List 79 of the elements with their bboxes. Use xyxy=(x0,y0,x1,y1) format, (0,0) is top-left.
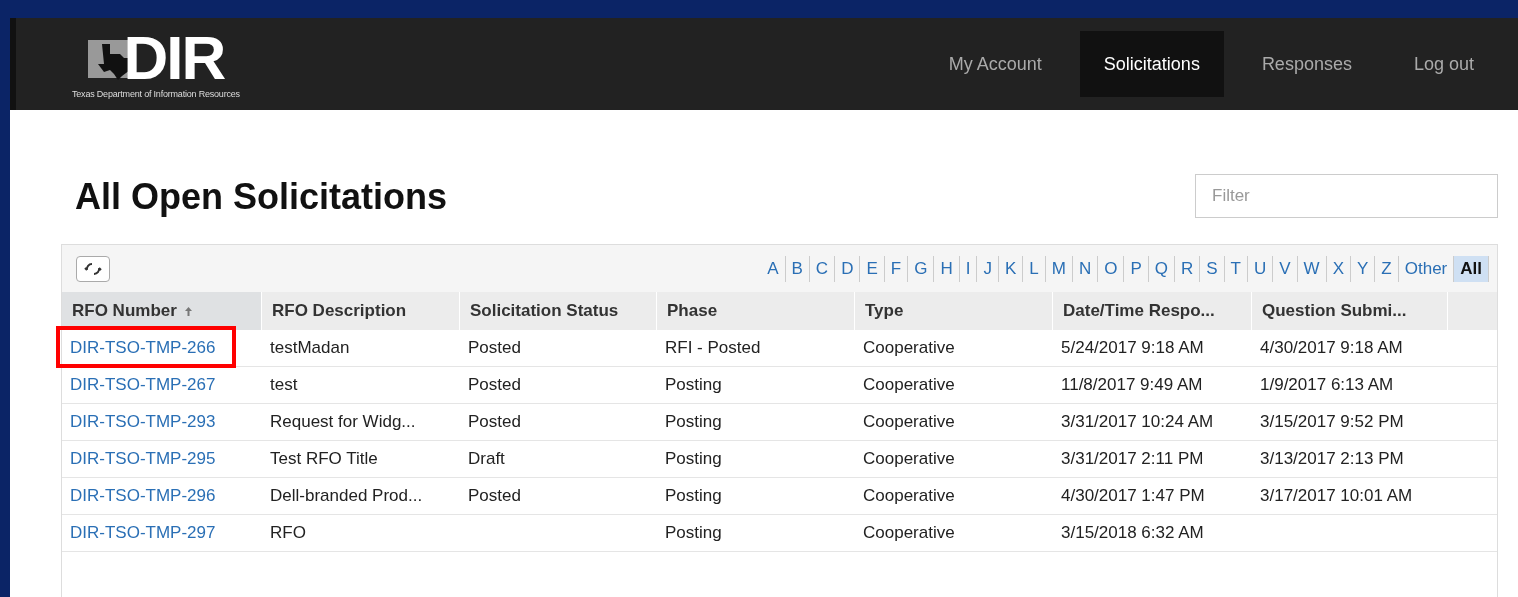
nav-link[interactable]: My Account xyxy=(924,31,1066,97)
letter-filter-link[interactable]: F xyxy=(884,255,909,282)
letter-filter-link[interactable]: H xyxy=(934,255,960,282)
letter-filter-link[interactable]: Z xyxy=(1375,255,1399,282)
table-cell: Posting xyxy=(665,523,722,543)
table-cell: 3/15/2017 9:52 PM xyxy=(1260,412,1404,432)
table-cell: Cooperative xyxy=(863,375,955,395)
page-title: All Open Solicitations xyxy=(75,176,448,218)
logo-subtitle: Texas Department of Information Resources xyxy=(72,89,240,99)
letter-filter-link[interactable]: Q xyxy=(1148,255,1175,282)
letter-filter-link[interactable]: C xyxy=(809,255,836,282)
table-cell: Cooperative xyxy=(863,523,955,543)
table-cell: Posting xyxy=(665,486,722,506)
rfo-number-link[interactable]: DIR-TSO-TMP-293 xyxy=(70,412,216,432)
letter-filter-link[interactable]: J xyxy=(977,255,999,282)
table-cell: test xyxy=(270,375,298,395)
letter-filter-link[interactable]: K xyxy=(998,255,1024,282)
letter-filter-link[interactable]: D xyxy=(835,255,861,282)
table-cell: Draft xyxy=(468,449,505,469)
letter-filter-link[interactable]: O xyxy=(1098,255,1125,282)
letter-filter-link[interactable]: All xyxy=(1454,255,1489,282)
table-cell: RFO xyxy=(270,523,306,543)
rfo-number-link[interactable]: DIR-TSO-TMP-296 xyxy=(70,486,216,506)
table-cell: Posting xyxy=(665,412,722,432)
table-cell: Posted xyxy=(468,412,521,432)
table-cell: Request for Widg... xyxy=(270,412,416,432)
letter-filter-link[interactable]: B xyxy=(785,255,810,282)
table-cell: 3/31/2017 2:11 PM xyxy=(1061,449,1204,469)
table-cell: Cooperative xyxy=(863,338,955,358)
table-cell: 3/13/2017 2:13 PM xyxy=(1260,449,1404,469)
table-cell: testMadan xyxy=(270,338,350,358)
letter-filter-link[interactable]: U xyxy=(1248,255,1274,282)
table-cell: 3/31/2017 10:24 AM xyxy=(1061,412,1214,432)
letter-filter-link[interactable]: N xyxy=(1072,255,1099,282)
table-cell: Posting xyxy=(665,449,722,469)
table-cell: 5/24/2017 9:18 AM xyxy=(1061,338,1204,358)
table-cell: Posted xyxy=(468,375,521,395)
table-cell: RFI - Posted xyxy=(665,338,761,358)
rfo-number-link[interactable]: DIR-TSO-TMP-295 xyxy=(70,449,216,469)
letter-filter-link[interactable]: I xyxy=(959,255,978,282)
letter-filter-link[interactable]: X xyxy=(1326,255,1351,282)
letter-filter-link[interactable]: M xyxy=(1045,255,1073,282)
letter-filter-link[interactable]: S xyxy=(1200,255,1225,282)
table-cell: 4/30/2017 9:18 AM xyxy=(1260,338,1403,358)
nav-link[interactable]: Log out xyxy=(1389,31,1498,97)
letter-filter-link[interactable]: Y xyxy=(1351,255,1376,282)
refresh-icon xyxy=(84,260,102,277)
letter-filter-link[interactable]: V xyxy=(1273,255,1298,282)
table-cell: Cooperative xyxy=(863,486,955,506)
table-cell: Cooperative xyxy=(863,449,955,469)
letter-filter-link[interactable]: W xyxy=(1297,255,1327,282)
table-cell: Dell-branded Prod... xyxy=(270,486,423,506)
table-cell: Posting xyxy=(665,375,722,395)
sort-up-icon xyxy=(184,306,192,316)
letter-filter-link[interactable]: A xyxy=(761,255,786,282)
letter-filter-link[interactable]: E xyxy=(860,255,885,282)
logo-mark: DIR xyxy=(123,29,225,87)
letter-filter-link[interactable]: R xyxy=(1174,255,1201,282)
letter-filter-link[interactable]: T xyxy=(1224,255,1248,282)
letter-filter-link[interactable]: P xyxy=(1124,255,1149,282)
letter-filter-link[interactable]: L xyxy=(1023,255,1046,282)
rfo-number-link[interactable]: DIR-TSO-TMP-297 xyxy=(70,523,216,543)
column-header[interactable]: RFO Number xyxy=(62,292,262,330)
table-cell: 3/15/2018 6:32 AM xyxy=(1061,523,1204,543)
table-cell: Posted xyxy=(468,486,521,506)
letter-filter-link[interactable]: G xyxy=(908,255,935,282)
table-cell: 11/8/2017 9:49 AM xyxy=(1061,375,1203,395)
filter-field[interactable]: Filter xyxy=(1195,174,1498,218)
rfo-number-link[interactable]: DIR-TSO-TMP-266 xyxy=(70,338,216,358)
table-cell: Cooperative xyxy=(863,412,955,432)
table-cell: Test RFO Title xyxy=(270,449,378,469)
table-cell: 1/9/2017 6:13 AM xyxy=(1260,375,1394,395)
rfo-number-link[interactable]: DIR-TSO-TMP-267 xyxy=(70,375,216,395)
table-cell: 4/30/2017 1:47 PM xyxy=(1061,486,1205,506)
table-cell: 3/17/2017 10:01 AM xyxy=(1260,486,1413,506)
nav-link[interactable]: Solicitations xyxy=(1079,31,1224,97)
table-cell: Posted xyxy=(468,338,521,358)
nav-link[interactable]: Responses xyxy=(1237,31,1376,97)
refresh-button[interactable] xyxy=(76,255,110,282)
